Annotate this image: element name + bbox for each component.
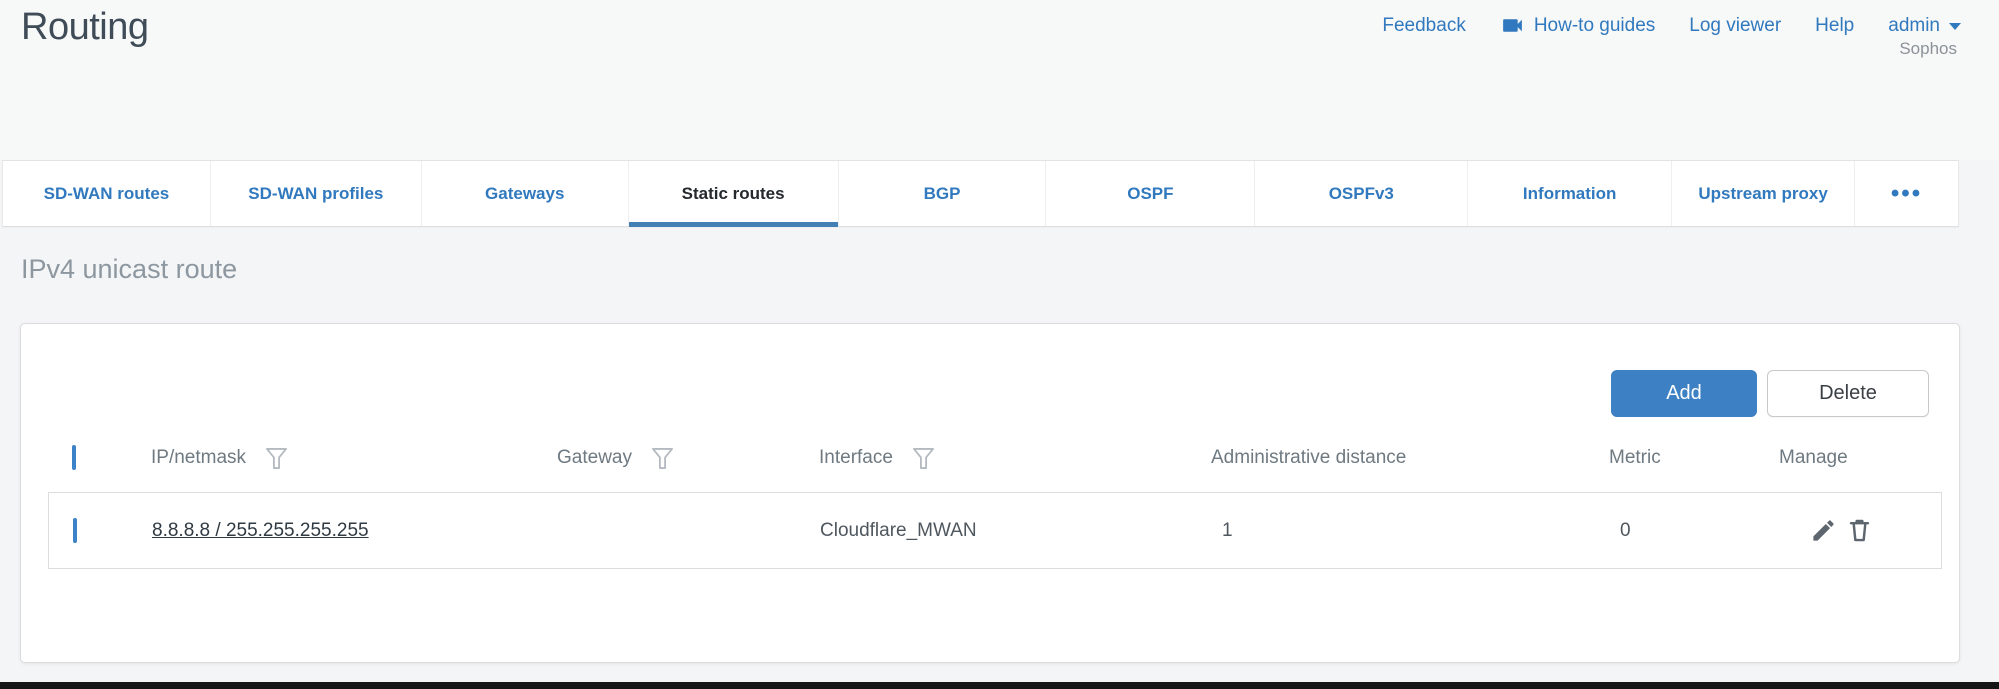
tab-label: SD-WAN routes	[44, 184, 170, 204]
tab-label: SD-WAN profiles	[248, 184, 383, 204]
admin-label: admin	[1888, 15, 1940, 37]
tab-label: Gateways	[485, 184, 564, 204]
toolbar: Add Delete	[1611, 370, 1929, 417]
col-gateway: Gateway	[557, 447, 632, 469]
tab-label: Upstream proxy	[1698, 184, 1827, 204]
tab-ospfv3[interactable]: OSPFv3	[1255, 161, 1468, 226]
delete-button[interactable]: Delete	[1767, 370, 1929, 417]
howto-guides-link[interactable]: How-to guides	[1500, 13, 1655, 38]
ellipsis-icon: •••	[1891, 180, 1922, 208]
video-camera-icon	[1500, 13, 1525, 38]
tab-label: Information	[1523, 184, 1617, 204]
col-manage: Manage	[1779, 447, 1848, 469]
howto-guides-label: How-to guides	[1534, 15, 1655, 37]
top-navigation: Feedback How-to guides Log viewer Help a…	[1382, 13, 1961, 38]
filter-icon[interactable]	[263, 445, 290, 472]
tab-sd-wan-profiles[interactable]: SD-WAN profiles	[211, 161, 422, 226]
select-all-checkbox[interactable]	[72, 445, 76, 470]
row-metric-cell: 0	[1610, 520, 1780, 542]
col-ip-netmask: IP/netmask	[151, 447, 246, 469]
edit-icon[interactable]	[1810, 517, 1837, 544]
section-heading: IPv4 unicast route	[21, 254, 237, 285]
row-checkbox[interactable]	[73, 518, 77, 543]
tab-label: OSPF	[1127, 184, 1173, 204]
tab-ospf[interactable]: OSPF	[1046, 161, 1255, 226]
window-bottom-edge	[0, 682, 1999, 689]
feedback-link[interactable]: Feedback	[1382, 15, 1465, 37]
tab-gateways[interactable]: Gateways	[422, 161, 629, 226]
page-title: Routing	[21, 6, 148, 49]
filter-icon[interactable]	[910, 445, 937, 472]
route-ip-link[interactable]: 8.8.8.8 / 255.255.255.255	[152, 520, 369, 541]
filter-icon[interactable]	[649, 445, 676, 472]
tab-label: BGP	[924, 184, 961, 204]
row-interface-cell: Cloudflare_MWAN	[820, 520, 1212, 542]
chevron-down-icon	[1949, 23, 1961, 30]
ipv4-route-panel: Add Delete IP/netmask Gateway Interface	[20, 323, 1960, 663]
tab-bar: SD-WAN routes SD-WAN profiles Gateways S…	[2, 160, 1959, 227]
tab-static-routes[interactable]: Static routes	[629, 161, 839, 226]
col-admin-distance: Administrative distance	[1211, 447, 1406, 469]
help-label: Help	[1815, 15, 1854, 37]
tab-label: Static routes	[682, 184, 785, 204]
table-row: 8.8.8.8 / 255.255.255.255 Cloudflare_MWA…	[48, 492, 1942, 569]
brand-label: Sophos	[1899, 39, 1957, 59]
row-manage-cell	[1780, 517, 1941, 544]
log-viewer-link[interactable]: Log viewer	[1689, 15, 1781, 37]
row-admin-distance-cell: 1	[1212, 520, 1610, 542]
tab-upstream-proxy[interactable]: Upstream proxy	[1672, 161, 1855, 226]
tab-label: OSPFv3	[1329, 184, 1394, 204]
table-header: IP/netmask Gateway Interface Administrat…	[48, 434, 1942, 482]
add-button[interactable]: Add	[1611, 370, 1757, 417]
routing-page: Routing Feedback How-to guides Log viewe…	[0, 0, 1999, 689]
tab-information[interactable]: Information	[1468, 161, 1672, 226]
admin-menu[interactable]: admin	[1888, 15, 1961, 37]
tab-bgp[interactable]: BGP	[839, 161, 1047, 226]
log-viewer-label: Log viewer	[1689, 15, 1781, 37]
tab-sd-wan-routes[interactable]: SD-WAN routes	[3, 161, 211, 226]
col-interface: Interface	[819, 447, 893, 469]
help-link[interactable]: Help	[1815, 15, 1854, 37]
col-metric: Metric	[1609, 447, 1661, 469]
tab-overflow-ellipsis[interactable]: •••	[1855, 161, 1958, 226]
feedback-label: Feedback	[1382, 15, 1465, 37]
delete-icon[interactable]	[1846, 517, 1873, 544]
